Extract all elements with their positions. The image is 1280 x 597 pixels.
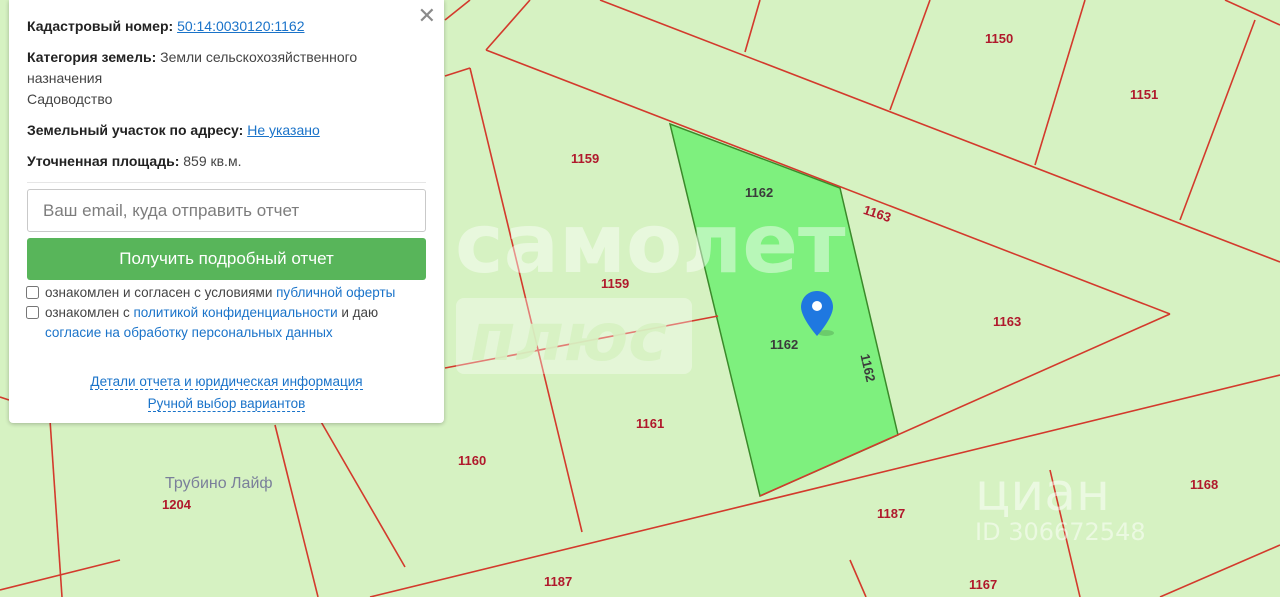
- email-input[interactable]: [27, 189, 426, 232]
- watermark-main: самолет: [455, 197, 846, 292]
- plot-label-1161: 1161: [636, 416, 664, 431]
- divider: [27, 182, 426, 183]
- plot-label-1204: 1204: [162, 497, 192, 512]
- cadastral-number-label: Кадастровый номер:: [27, 18, 174, 34]
- watermark-cian: циан: [975, 463, 1110, 523]
- consent-offer-text: ознакомлен и согласен с условиями публич…: [45, 285, 396, 300]
- consent-privacy-text: ознакомлен с политикой конфиденциальност…: [45, 305, 379, 340]
- plot-info-panel: ✕ Кадастровый номер: 50:14:0030120:1162 …: [9, 0, 444, 423]
- address-label: Земельный участок по адресу:: [27, 122, 244, 138]
- plot-label-1159-top: 1159: [571, 151, 599, 166]
- report-details-link[interactable]: Детали отчета и юридическая информация: [90, 374, 363, 390]
- area-value: 859 кв.м.: [183, 153, 242, 169]
- plot-label-1160: 1160: [458, 453, 486, 468]
- place-label: Трубино Лайф: [165, 475, 273, 492]
- land-category-label: Категория земель:: [27, 49, 157, 65]
- address-link[interactable]: Не указано: [247, 122, 320, 138]
- consent-privacy-checkbox[interactable]: [26, 306, 39, 319]
- plot-label-1162-center: 1162: [770, 337, 798, 352]
- plot-label-1150: 1150: [985, 31, 1013, 46]
- personal-data-consent-link[interactable]: согласие на обработку персональных данны…: [45, 325, 333, 340]
- plot-label-1162-top: 1162: [745, 185, 773, 200]
- land-usage-value: Садоводство: [27, 91, 113, 107]
- watermark-sub: плюс: [470, 299, 667, 376]
- plot-label-1159-mid: 1159: [601, 276, 629, 291]
- manual-selection-link[interactable]: Ручной выбор вариантов: [147, 396, 306, 412]
- watermark-id: ID 306672548: [975, 518, 1146, 546]
- privacy-policy-link[interactable]: политикой конфиденциальности: [133, 305, 337, 320]
- get-report-button[interactable]: Получить подробный отчет: [27, 238, 426, 280]
- plot-label-1163: 1163: [993, 314, 1021, 329]
- public-offer-link[interactable]: публичной оферты: [276, 285, 395, 300]
- plot-label-1187-bottom: 1187: [544, 574, 572, 589]
- consent-privacy-checkbox-row[interactable]: ознакомлен с политикой конфиденциальност…: [26, 303, 426, 343]
- address-row: Земельный участок по адресу: Не указано: [27, 120, 426, 141]
- plot-label-1187-right: 1187: [877, 506, 905, 521]
- panel-footer: Детали отчета и юридическая информация Р…: [27, 371, 426, 415]
- area-row: Уточненная площадь: 859 кв.м.: [27, 151, 426, 172]
- cadastral-number-row: Кадастровый номер: 50:14:0030120:1162: [27, 16, 426, 37]
- land-category-row: Категория земель: Земли сельскохозяйстве…: [27, 47, 426, 110]
- plot-label-1168: 1168: [1190, 477, 1218, 492]
- plot-label-1167: 1167: [969, 577, 997, 592]
- consent-offer-checkbox[interactable]: [26, 286, 39, 299]
- cadastral-number-link[interactable]: 50:14:0030120:1162: [177, 18, 304, 34]
- consent-offer-checkbox-row[interactable]: ознакомлен и согласен с условиями публич…: [26, 283, 426, 303]
- close-icon[interactable]: ✕: [418, 5, 436, 27]
- plot-label-1151: 1151: [1130, 87, 1158, 102]
- area-label: Уточненная площадь:: [27, 153, 180, 169]
